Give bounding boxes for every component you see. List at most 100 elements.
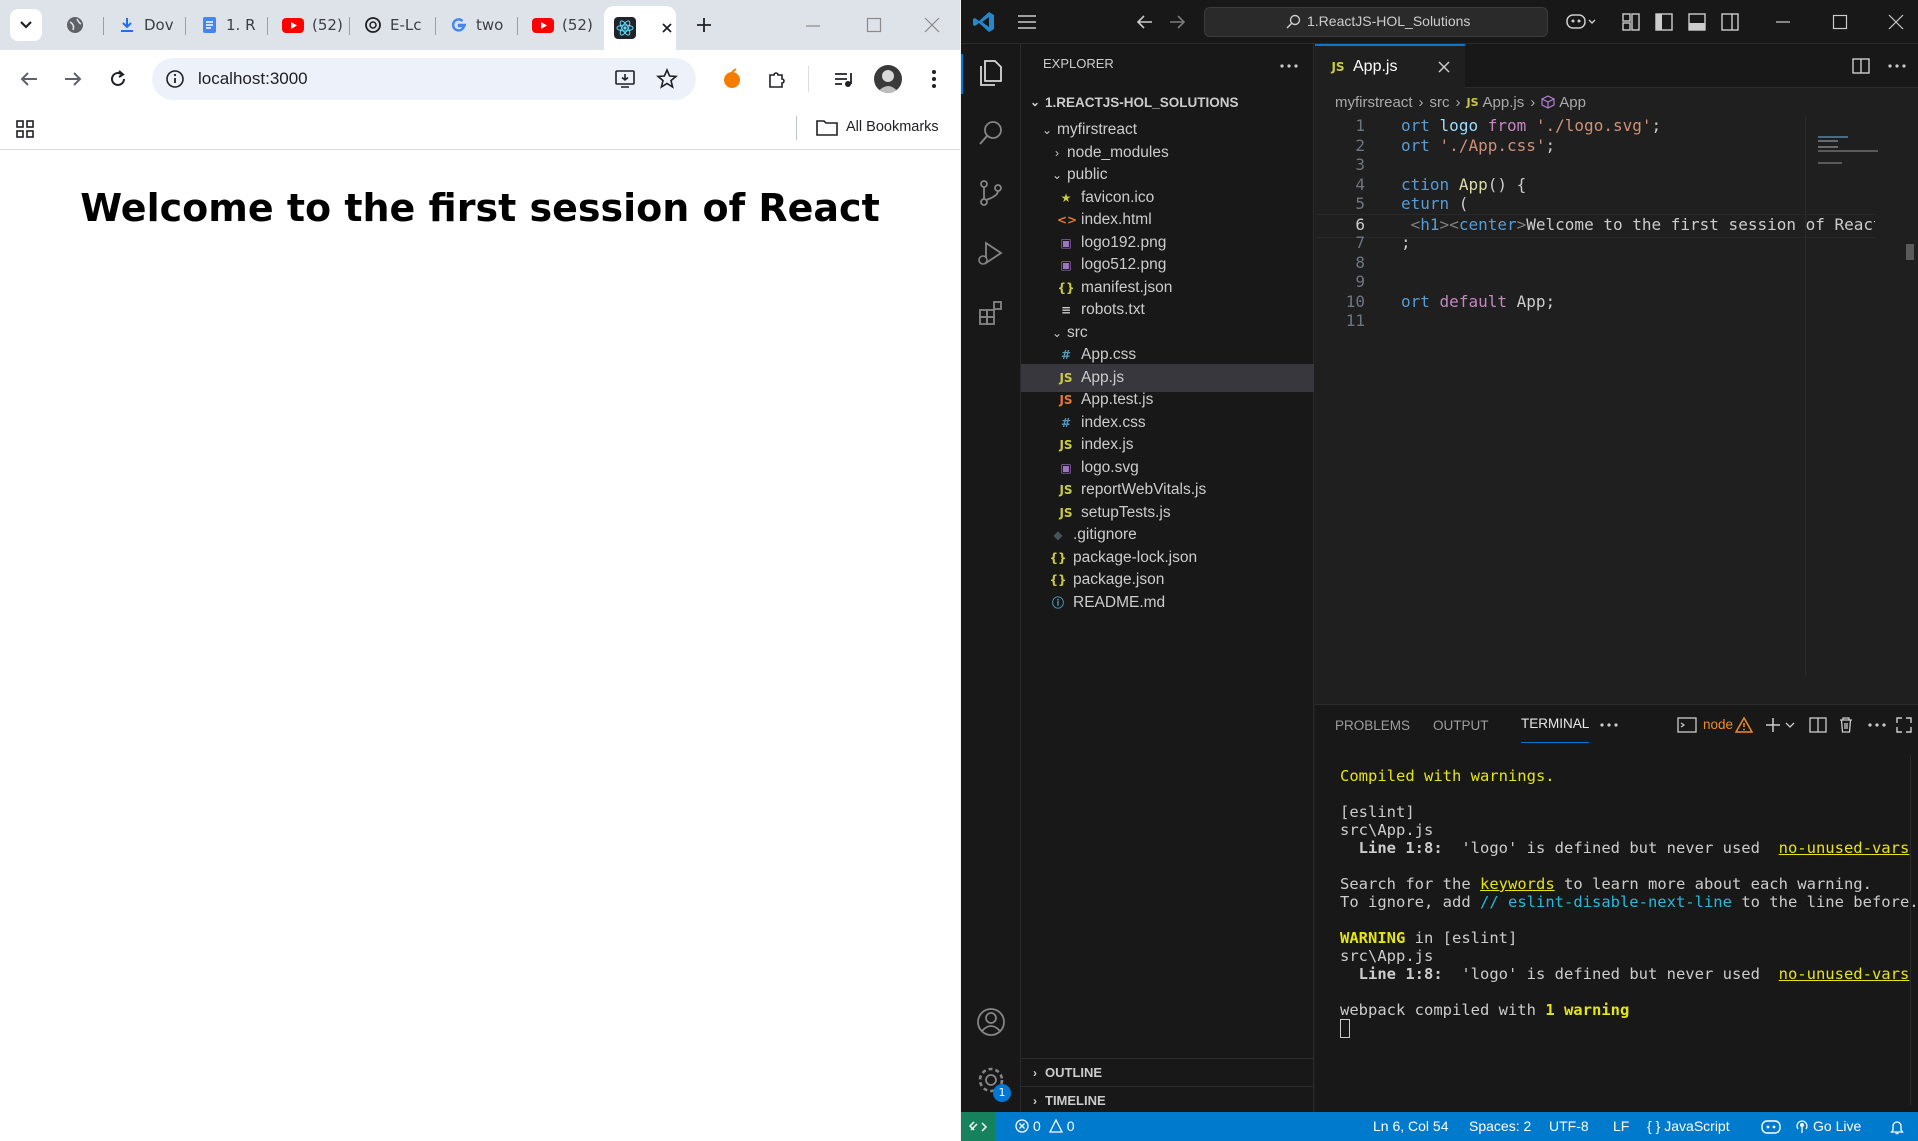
nav-back-icon[interactable] (1135, 12, 1155, 32)
copilot-icon[interactable] (1565, 11, 1599, 33)
site-info-icon[interactable] (165, 69, 185, 89)
tab-active[interactable] (604, 6, 676, 50)
cursor-position[interactable]: Ln 6, Col 54 (1373, 1118, 1449, 1134)
tab-output[interactable]: OUTPUT (1433, 705, 1489, 745)
download-icon (121, 18, 133, 32)
extensions-puzzle-icon[interactable] (766, 68, 788, 90)
search-view-icon[interactable] (976, 118, 1006, 148)
minimize-icon[interactable] (805, 18, 821, 34)
chevron-down-icon: ⌄ (1029, 95, 1041, 109)
code-line[interactable]: 11 (1315, 311, 1875, 335)
info-file-icon: ⓘ (1051, 596, 1064, 610)
tree-item-label: robots.txt (1081, 301, 1145, 318)
rule-link[interactable]: no-unused-vars (1779, 839, 1910, 857)
new-tab-icon[interactable] (694, 15, 714, 35)
panel-more-icon[interactable] (1599, 721, 1619, 729)
forward-icon[interactable] (62, 68, 84, 90)
split-terminal-icon[interactable] (1809, 716, 1827, 734)
maximize-panel-icon[interactable] (1895, 716, 1913, 734)
explorer-icon[interactable] (976, 58, 1006, 88)
tree-item-label: logo.svg (1081, 458, 1139, 476)
go-live-button[interactable]: Go Live (1795, 1118, 1861, 1134)
apps-grid-icon[interactable] (15, 119, 35, 139)
close-editor-icon[interactable] (1437, 60, 1451, 74)
root-folder-row[interactable]: ⌄ 1.REACTJS-HOL_SOLUTIONS (1021, 88, 1314, 116)
editor-tab-appjs[interactable]: JS App.js (1315, 44, 1465, 88)
reload-icon[interactable] (107, 68, 129, 90)
address-bar[interactable]: localhost:3000 (152, 58, 696, 100)
tab-1[interactable] (58, 8, 104, 42)
breadcrumb-folder[interactable]: myfirstreact (1335, 94, 1413, 111)
keywords-link[interactable]: keywords (1480, 875, 1555, 893)
maximize-icon[interactable] (866, 17, 882, 33)
terminal-cursor[interactable] (1340, 1019, 1350, 1038)
tab-6[interactable]: two (442, 8, 518, 42)
accounts-icon[interactable] (975, 1006, 1007, 1038)
breadcrumb-src[interactable]: src (1430, 94, 1450, 111)
extensions-icon[interactable] (976, 298, 1006, 328)
toggle-panel-icon[interactable] (1687, 12, 1707, 32)
rule-link-2[interactable]: no-unused-vars (1779, 965, 1910, 983)
terminal-name[interactable]: node (1703, 717, 1733, 732)
problems-status[interactable]: 0 0 (1015, 1118, 1075, 1134)
tab-2[interactable]: Dov (110, 8, 186, 42)
source-control-icon[interactable] (976, 178, 1006, 208)
bookmark-star-icon[interactable] (656, 68, 678, 90)
menu-icon[interactable] (1016, 11, 1038, 33)
close-window-icon[interactable] (924, 17, 940, 33)
language-label: JavaScript (1664, 1118, 1730, 1134)
copilot-status-icon[interactable] (1761, 1118, 1781, 1136)
encoding[interactable]: UTF-8 (1549, 1118, 1589, 1134)
vscode-minimize-icon[interactable] (1775, 14, 1791, 30)
timeline-section[interactable]: › TIMELINE (1021, 1086, 1314, 1114)
terminal-more-icon[interactable] (1867, 721, 1887, 729)
web-page: Welcome to the first session of React (0, 150, 960, 1141)
command-center[interactable]: 1.ReactJS-HOL_Solutions (1204, 7, 1548, 37)
url-text[interactable]: localhost:3000 (198, 69, 308, 89)
code-editor[interactable]: 1 ort logo from './logo.svg'; 2 ort './App.… (1315, 116, 1875, 676)
editor-more-icon[interactable] (1887, 62, 1907, 70)
split-editor-icon[interactable] (1851, 56, 1871, 76)
kebab-menu-icon[interactable] (929, 68, 939, 90)
tree-item[interactable]: ⓘ README.md (1021, 589, 1314, 617)
toggle-sidebar-icon[interactable] (1654, 12, 1674, 32)
media-controls-icon[interactable] (832, 68, 854, 90)
tab-3[interactable]: 1. R (192, 8, 268, 42)
indentation[interactable]: Spaces: 2 (1469, 1118, 1531, 1134)
breadcrumb-symbol[interactable]: App (1559, 94, 1586, 111)
close-tab-icon[interactable] (660, 21, 674, 35)
terminal-search-line: Search for the keywords to learn more ab… (1340, 875, 1872, 893)
run-debug-icon[interactable] (976, 238, 1006, 268)
breadcrumb-file[interactable]: App.js (1483, 94, 1525, 111)
search-icon (1286, 14, 1301, 29)
avatar[interactable] (874, 65, 902, 93)
install-app-icon[interactable] (614, 68, 636, 90)
more-actions-icon[interactable] (1279, 62, 1299, 70)
language-mode[interactable]: { } JavaScript (1647, 1118, 1730, 1134)
tab-7[interactable]: (52) (524, 8, 600, 42)
extension-colorful-icon[interactable] (720, 67, 744, 91)
customize-layout-icon[interactable] (1621, 12, 1641, 32)
end-of-line[interactable]: LF (1613, 1118, 1629, 1134)
code-text: eturn ( (1401, 194, 1469, 213)
remote-button[interactable] (961, 1112, 995, 1141)
tab-5[interactable]: E-Lc (356, 8, 436, 42)
line-number: 9 (1355, 272, 1365, 291)
notifications-bell-icon[interactable] (1889, 1119, 1905, 1135)
tree-item-label: package-lock.json (1073, 548, 1198, 566)
terminal-scrollbar[interactable] (1910, 755, 1918, 1105)
tab-terminal[interactable]: TERMINAL (1521, 705, 1590, 743)
tab-search-button[interactable] (10, 9, 42, 41)
new-terminal-icon[interactable] (1765, 716, 1799, 734)
toggle-secondary-sidebar-icon[interactable] (1720, 12, 1740, 32)
all-bookmarks-button[interactable]: All Bookmarks (816, 118, 939, 136)
vscode-maximize-icon[interactable] (1832, 14, 1848, 30)
nav-forward-icon[interactable] (1167, 12, 1187, 32)
tab-problems[interactable]: PROBLEMS (1335, 705, 1410, 745)
tab-4[interactable]: (52) (274, 8, 350, 42)
trash-icon[interactable] (1837, 715, 1855, 733)
back-icon[interactable] (18, 68, 40, 90)
vscode-close-icon[interactable] (1888, 14, 1904, 30)
minimap[interactable] (1805, 116, 1918, 676)
outline-section[interactable]: › OUTLINE (1021, 1058, 1314, 1086)
